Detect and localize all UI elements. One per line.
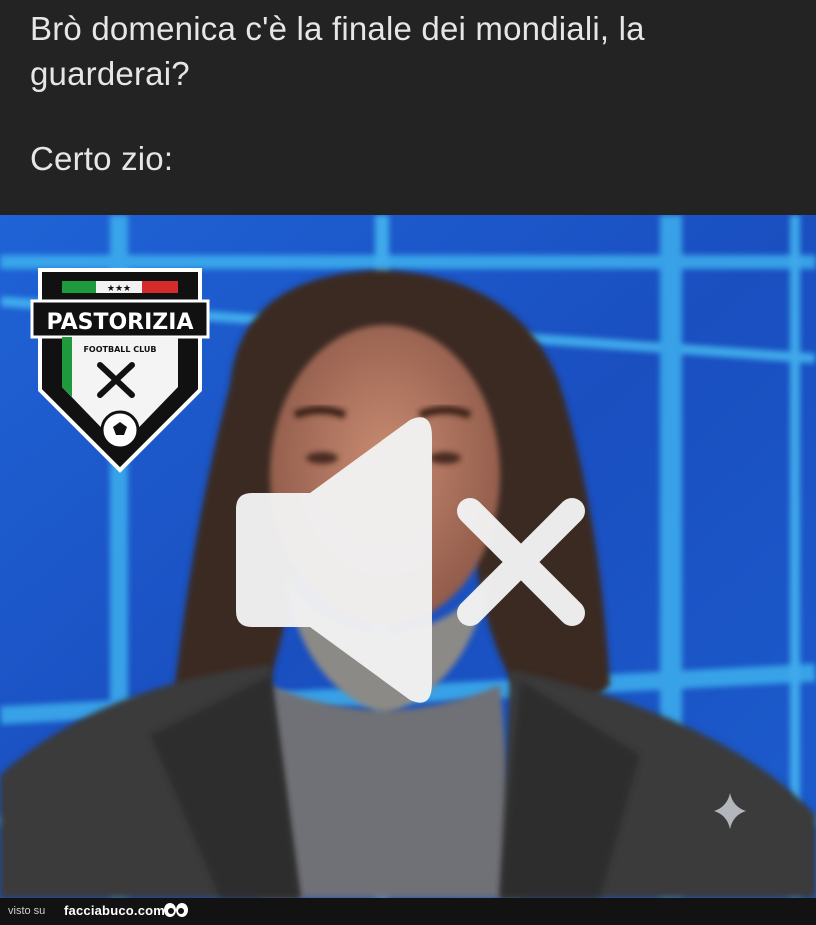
meme-photo: ★★★ PASTORIZIA FOOTBALL CLUB (0, 215, 816, 898)
eyes-logo-icon (164, 903, 188, 917)
footer-prefix: visto su (8, 905, 46, 917)
footer-bar: visto su facciabuco.com (0, 898, 816, 925)
caption-line-2: guarderai? (30, 55, 190, 92)
flag-red (142, 281, 178, 293)
logo-stars: ★★★ (107, 284, 131, 294)
flag-green (62, 281, 96, 293)
tv-studio-scene: ★★★ PASTORIZIA FOOTBALL CLUB (0, 215, 816, 898)
turtleneck (260, 685, 520, 898)
logo-subtitle: FOOTBALL CLUB (83, 345, 156, 354)
footer-brand-link[interactable]: facciabuco.com (64, 903, 165, 918)
caption-panel: Brò domenica c'è la finale dei mondiali,… (0, 0, 816, 215)
logo-name: PASTORIZIA (47, 310, 194, 335)
caption-line-1: Brò domenica c'è la finale dei mondiali,… (30, 10, 645, 47)
caption-line-3: Certo zio: (30, 140, 174, 177)
